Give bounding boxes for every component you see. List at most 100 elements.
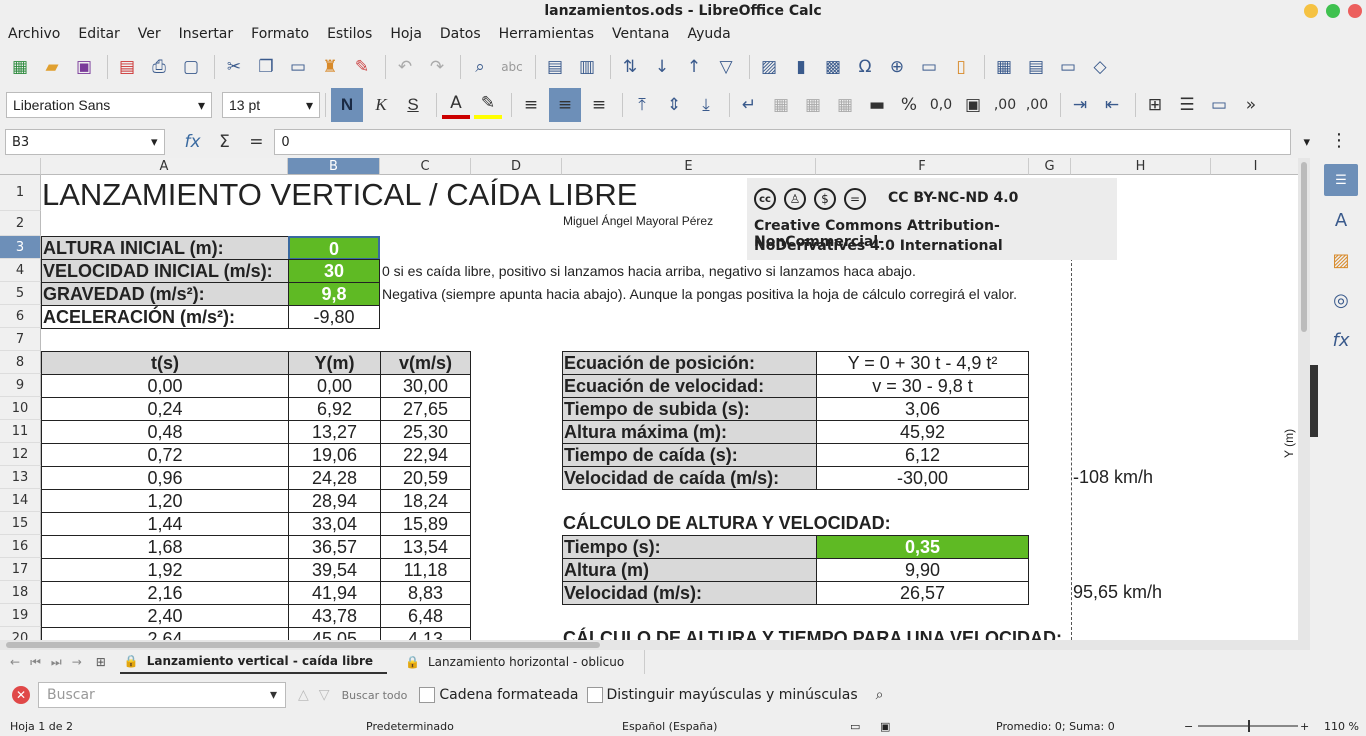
table-cell[interactable]: 2,16 <box>41 581 289 605</box>
align-left-icon[interactable]: ≡ <box>517 91 545 119</box>
header-footer-icon[interactable]: ▯ <box>947 53 975 81</box>
row-header[interactable]: 9 <box>0 374 41 397</box>
result-value[interactable]: 6,12 <box>816 443 1029 467</box>
sum-icon[interactable]: Σ <box>211 128 239 156</box>
menu-formato[interactable]: Formato <box>251 26 309 42</box>
table-cell[interactable]: 28,94 <box>288 489 381 513</box>
param-label-gravedad[interactable]: GRAVEDAD (m/s²): <box>41 282 289 306</box>
zoom-in-icon[interactable]: + <box>1300 720 1309 733</box>
row-header[interactable]: 2 <box>0 211 41 236</box>
search-input[interactable]: Buscar ▾ <box>38 682 286 708</box>
number-format-button[interactable]: 0,0 <box>927 91 955 119</box>
menu-ayuda[interactable]: Ayuda <box>688 26 731 42</box>
row-header[interactable]: 8 <box>0 351 41 374</box>
menu-editar[interactable]: Editar <box>78 26 119 42</box>
sidebar-menu-icon[interactable]: ⋮ <box>1330 130 1348 151</box>
row-header[interactable]: 6 <box>0 305 41 328</box>
name-box[interactable]: B3 ▾ <box>5 129 165 155</box>
result-value[interactable]: 45,92 <box>816 420 1029 444</box>
param-value-velocidad[interactable]: 30 <box>288 259 380 283</box>
expand-formula-icon[interactable]: ▾ <box>1303 135 1310 150</box>
result-label[interactable]: Tiempo de subida (s): <box>562 397 817 421</box>
table-cell[interactable]: 6,92 <box>288 397 381 421</box>
properties-icon[interactable]: ☰ <box>1324 164 1358 196</box>
vertical-scrollbar[interactable] <box>1298 158 1310 640</box>
result-label[interactable]: Velocidad de caída (m/s): <box>562 466 817 490</box>
table-cell[interactable]: 0,00 <box>288 374 381 398</box>
special-character-icon[interactable]: Ω <box>851 53 879 81</box>
table-cell[interactable]: 0,72 <box>41 443 289 467</box>
table-cell[interactable]: 2,40 <box>41 604 289 628</box>
more-icon[interactable]: » <box>1237 91 1265 119</box>
percent-button[interactable]: % <box>895 91 923 119</box>
menu-archivo[interactable]: Archivo <box>8 26 60 42</box>
table-cell[interactable]: 22,94 <box>380 443 471 467</box>
next-sheet-icon[interactable]: ⏭ <box>51 655 62 670</box>
result-label[interactable]: Ecuación de posición: <box>562 351 817 375</box>
table-cell[interactable]: 1,68 <box>41 535 289 559</box>
table-cell[interactable]: 19,06 <box>288 443 381 467</box>
align-right-icon[interactable]: ≡ <box>585 91 613 119</box>
row-header[interactable]: 14 <box>0 489 41 512</box>
row-header[interactable]: 5 <box>0 282 41 305</box>
match-case-checkbox[interactable] <box>586 687 603 703</box>
image-icon[interactable]: ▨ <box>755 53 783 81</box>
unmerge-icon[interactable]: ▦ <box>831 91 859 119</box>
spelling-icon[interactable]: abc <box>498 53 526 81</box>
add-sheet-icon[interactable]: ⊞ <box>96 655 106 669</box>
increase-indent-icon[interactable]: ⇥ <box>1066 91 1094 119</box>
column-header-g[interactable]: G <box>1029 158 1071 175</box>
save-icon[interactable]: ▣ <box>70 53 98 81</box>
print-preview-icon[interactable]: ▢ <box>177 53 205 81</box>
find-replace-icon[interactable]: ⌕ <box>466 53 494 81</box>
menu-ver[interactable]: Ver <box>138 26 161 42</box>
sort-icon[interactable]: ⇅ <box>616 53 644 81</box>
table-cell[interactable]: 0,96 <box>41 466 289 490</box>
formula-input[interactable]: 0 <box>274 129 1292 155</box>
row-icon[interactable]: ▤ <box>541 53 569 81</box>
clear-format-icon[interactable]: ✎ <box>348 53 376 81</box>
table-cell[interactable]: 6,48 <box>380 604 471 628</box>
add-decimal-button[interactable]: ,00 <box>991 91 1019 119</box>
function-wizard-icon[interactable]: fx <box>179 128 207 156</box>
last-sheet-icon[interactable]: → <box>72 655 82 669</box>
table-cell[interactable]: 41,94 <box>288 581 381 605</box>
merge-cells-icon[interactable]: ▦ <box>767 91 795 119</box>
row-header[interactable]: 18 <box>0 581 41 604</box>
align-middle-icon[interactable]: ⇕ <box>660 91 688 119</box>
sort-ascending-icon[interactable]: ↓ <box>648 53 676 81</box>
open-icon[interactable]: ▰ <box>38 53 66 81</box>
pivot-table-icon[interactable]: ▩ <box>819 53 847 81</box>
result-label[interactable]: Ecuación de velocidad: <box>562 374 817 398</box>
table-cell[interactable]: 1,92 <box>41 558 289 582</box>
new-icon[interactable]: ▦ <box>6 53 34 81</box>
font-color-icon[interactable]: A <box>442 91 470 119</box>
formatted-checkbox[interactable] <box>419 687 436 703</box>
align-bottom-icon[interactable]: ⤓ <box>692 91 720 119</box>
row-header[interactable]: 10 <box>0 397 41 420</box>
result-value[interactable]: 3,06 <box>816 397 1029 421</box>
find-all-button[interactable]: Buscar todo <box>342 689 408 702</box>
cut-icon[interactable]: ✂ <box>220 53 248 81</box>
find-replace-icon[interactable]: ⌕ <box>876 687 884 703</box>
param-label-aceleracion[interactable]: ACELERACIÓN (m/s²): <box>41 305 289 329</box>
merge-center-icon[interactable]: ▦ <box>799 91 827 119</box>
font-name-combo[interactable]: Liberation Sans ▾ <box>6 92 212 118</box>
sort-descending-icon[interactable]: ↑ <box>680 53 708 81</box>
column-icon[interactable]: ▥ <box>573 53 601 81</box>
result-label[interactable]: Tiempo de caída (s): <box>562 443 817 467</box>
date-icon[interactable]: ▣ <box>959 91 987 119</box>
column-header-i[interactable]: I <box>1211 158 1298 175</box>
row-header[interactable]: 12 <box>0 443 41 466</box>
calc-label[interactable]: Tiempo (s): <box>562 535 817 559</box>
border-color-icon[interactable]: ▭ <box>1205 91 1233 119</box>
row-header[interactable]: 4 <box>0 259 41 282</box>
find-next-icon[interactable]: ▽ <box>319 687 330 703</box>
row-header[interactable]: 16 <box>0 535 41 558</box>
table-cell[interactable]: 39,54 <box>288 558 381 582</box>
column-header-a[interactable]: A <box>41 158 288 175</box>
close-button[interactable] <box>1348 4 1362 18</box>
table-header-v[interactable]: v(m/s) <box>380 351 471 375</box>
table-cell[interactable]: 11,18 <box>380 558 471 582</box>
table-cell[interactable]: 27,65 <box>380 397 471 421</box>
